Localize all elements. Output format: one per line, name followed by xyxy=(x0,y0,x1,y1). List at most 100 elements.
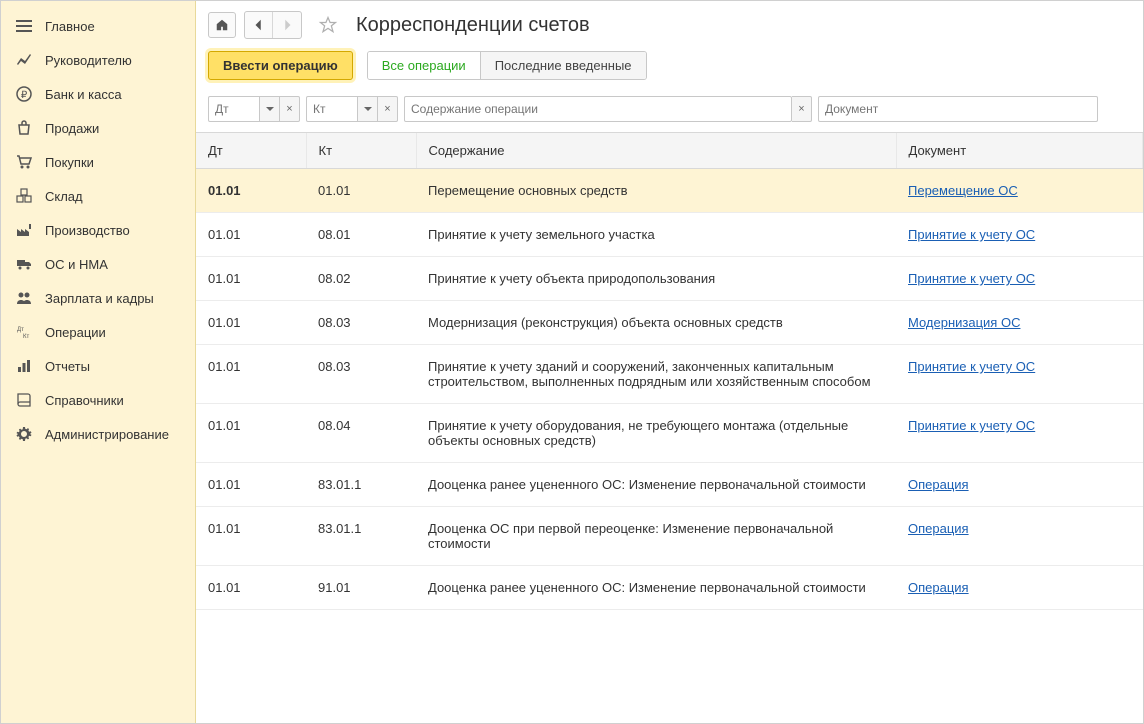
doc-link[interactable]: Принятие к учету ОС xyxy=(908,271,1035,286)
factory-icon xyxy=(15,221,33,239)
cell-kt: 91.01 xyxy=(306,566,416,610)
cell-dt: 01.01 xyxy=(196,507,306,566)
seg-recent-operations[interactable]: Последние введенные xyxy=(481,52,646,79)
doc-link[interactable]: Перемещение ОС xyxy=(908,183,1018,198)
table-row[interactable]: 01.0108.02Принятие к учету объекта приро… xyxy=(196,257,1143,301)
filter-kt-input[interactable] xyxy=(306,96,358,122)
cell-dt: 01.01 xyxy=(196,301,306,345)
enter-operation-button[interactable]: Ввести операцию xyxy=(208,51,353,80)
filter-doc-input[interactable] xyxy=(818,96,1098,122)
nav-label: Склад xyxy=(45,189,83,204)
cell-doc: Операция xyxy=(896,566,1143,610)
dtkt-icon: ДтКт xyxy=(15,323,33,341)
table-row[interactable]: 01.0191.01Дооценка ранее уцененного ОС: … xyxy=(196,566,1143,610)
home-button[interactable] xyxy=(208,12,236,38)
cell-dt: 01.01 xyxy=(196,566,306,610)
cell-doc: Модернизация ОС xyxy=(896,301,1143,345)
boxes-icon xyxy=(15,187,33,205)
truck-icon xyxy=(15,255,33,273)
doc-link[interactable]: Принятие к учету ОС xyxy=(908,359,1035,374)
filter-segment: Все операции Последние введенные xyxy=(367,51,647,80)
doc-link[interactable]: Операция xyxy=(908,477,969,492)
col-header-content[interactable]: Содержание xyxy=(416,133,896,169)
correspondence-table: Дт Кт Содержание Документ 01.0101.01Пере… xyxy=(196,133,1143,610)
svg-text:Кт: Кт xyxy=(23,334,29,340)
cell-kt: 01.01 xyxy=(306,169,416,213)
nav-label: Руководителю xyxy=(45,53,132,68)
cell-content: Принятие к учету объекта природопользова… xyxy=(416,257,896,301)
filter-content-clear[interactable]: × xyxy=(792,96,812,122)
table-row[interactable]: 01.0183.01.1Дооценка ОС при первой перео… xyxy=(196,507,1143,566)
doc-link[interactable]: Принятие к учету ОС xyxy=(908,227,1035,242)
nav-payroll[interactable]: Зарплата и кадры xyxy=(1,281,195,315)
cell-kt: 08.01 xyxy=(306,213,416,257)
cell-content: Принятие к учету зданий и сооружений, за… xyxy=(416,345,896,404)
menu-icon xyxy=(15,17,33,35)
nav-purchases[interactable]: Покупки xyxy=(1,145,195,179)
table-row[interactable]: 01.0108.01Принятие к учету земельного уч… xyxy=(196,213,1143,257)
cell-doc: Принятие к учету ОС xyxy=(896,213,1143,257)
col-header-kt[interactable]: Кт xyxy=(306,133,416,169)
header-row: Корреспонденции счетов xyxy=(196,1,1143,47)
filter-dt-input[interactable] xyxy=(208,96,260,122)
book-icon xyxy=(15,391,33,409)
favorite-button[interactable] xyxy=(316,13,340,37)
forward-button[interactable] xyxy=(273,12,301,38)
col-header-doc[interactable]: Документ xyxy=(896,133,1143,169)
nav-warehouse[interactable]: Склад xyxy=(1,179,195,213)
nav-production[interactable]: Производство xyxy=(1,213,195,247)
nav-label: Отчеты xyxy=(45,359,90,374)
nav-assets[interactable]: ОС и НМА xyxy=(1,247,195,281)
cell-content: Дооценка ОС при первой переоценке: Измен… xyxy=(416,507,896,566)
gear-icon xyxy=(15,425,33,443)
doc-link[interactable]: Модернизация ОС xyxy=(908,315,1020,330)
table-row[interactable]: 01.0101.01Перемещение основных средствПе… xyxy=(196,169,1143,213)
report-icon xyxy=(15,357,33,375)
filter-content-input[interactable] xyxy=(404,96,792,122)
seg-all-operations[interactable]: Все операции xyxy=(368,52,481,79)
table-row[interactable]: 01.0108.03Принятие к учету зданий и соор… xyxy=(196,345,1143,404)
nav-label: Покупки xyxy=(45,155,94,170)
cell-doc: Принятие к учету ОС xyxy=(896,345,1143,404)
nav-manager[interactable]: Руководителю xyxy=(1,43,195,77)
page-title: Корреспонденции счетов xyxy=(356,14,590,37)
nav-bank[interactable]: ₽ Банк и касса xyxy=(1,77,195,111)
table-row[interactable]: 01.0108.04Принятие к учету оборудования,… xyxy=(196,404,1143,463)
nav-operations[interactable]: ДтКт Операции xyxy=(1,315,195,349)
doc-link[interactable]: Принятие к учету ОС xyxy=(908,418,1035,433)
filter-kt-clear[interactable]: × xyxy=(378,96,398,122)
toolbar: Ввести операцию Все операции Последние в… xyxy=(196,47,1143,90)
doc-link[interactable]: Операция xyxy=(908,580,969,595)
cell-kt: 83.01.1 xyxy=(306,507,416,566)
nav-label: Зарплата и кадры xyxy=(45,291,154,306)
nav-main[interactable]: Главное xyxy=(1,9,195,43)
nav-admin[interactable]: Администрирование xyxy=(1,417,195,451)
cell-dt: 01.01 xyxy=(196,169,306,213)
nav-sales[interactable]: Продажи xyxy=(1,111,195,145)
table-row[interactable]: 01.0183.01.1Дооценка ранее уцененного ОС… xyxy=(196,463,1143,507)
back-button[interactable] xyxy=(245,12,273,38)
doc-link[interactable]: Операция xyxy=(908,521,969,536)
cell-kt: 08.03 xyxy=(306,301,416,345)
filter-dt-clear[interactable]: × xyxy=(280,96,300,122)
table-container[interactable]: Дт Кт Содержание Документ 01.0101.01Пере… xyxy=(196,132,1143,723)
filter-row: × × × xyxy=(196,90,1143,132)
cell-dt: 01.01 xyxy=(196,257,306,301)
table-row[interactable]: 01.0108.03Модернизация (реконструкция) о… xyxy=(196,301,1143,345)
filter-kt-dropdown[interactable] xyxy=(358,96,378,122)
nav-label: Администрирование xyxy=(45,427,169,442)
nav-reports[interactable]: Отчеты xyxy=(1,349,195,383)
chart-icon xyxy=(15,51,33,69)
filter-dt-dropdown[interactable] xyxy=(260,96,280,122)
nav-label: Справочники xyxy=(45,393,124,408)
svg-text:₽: ₽ xyxy=(21,90,28,101)
cell-doc: Принятие к учету ОС xyxy=(896,404,1143,463)
bag-icon xyxy=(15,119,33,137)
col-header-dt[interactable]: Дт xyxy=(196,133,306,169)
cell-content: Модернизация (реконструкция) объекта осн… xyxy=(416,301,896,345)
people-icon xyxy=(15,289,33,307)
ruble-icon: ₽ xyxy=(15,85,33,103)
cell-dt: 01.01 xyxy=(196,404,306,463)
nav-directories[interactable]: Справочники xyxy=(1,383,195,417)
nav-label: Банк и касса xyxy=(45,87,122,102)
